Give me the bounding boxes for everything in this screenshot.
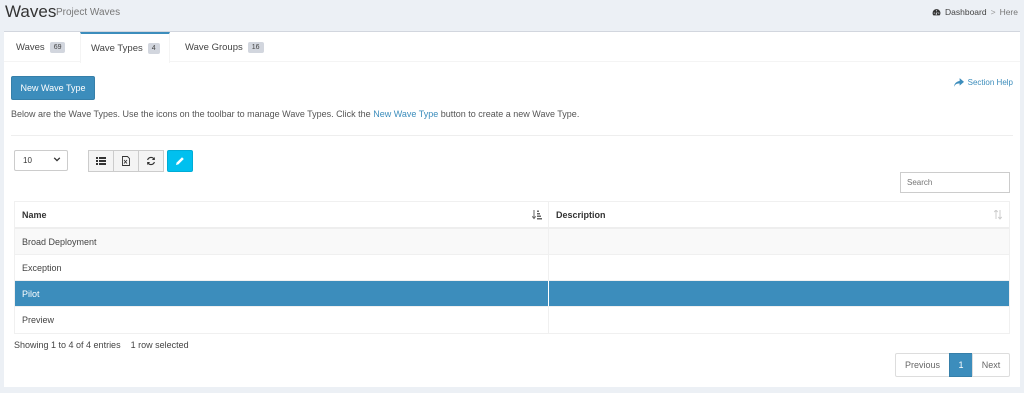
tab-count-badge: 16 [247,41,264,53]
description-text: Below are the Wave Types. Use the icons … [11,109,374,119]
column-header-label: Description [556,209,606,220]
refresh-icon [147,156,155,166]
pagination: Previous 1 Next [895,353,1010,377]
cell-name: Exception [15,255,549,280]
chevron-down-icon [53,157,61,162]
page-length-value: 10 [23,156,32,165]
sort-both-icon [993,210,1003,220]
page-title: Waves [5,2,57,21]
edit-button[interactable] [167,150,193,172]
previous-page-button[interactable]: Previous [895,353,950,377]
excel-file-icon [122,156,130,166]
tab-label: Wave Types [91,43,143,54]
wave-types-table: Name Description Broad Deployment Except… [14,201,1010,334]
table-header-row: Name Description [15,202,1009,229]
content-header: Waves Project Waves Dashboard > Here [0,0,1024,30]
tab-count-badge: 4 [147,43,160,54]
main-panel: Waves 69 Wave Types 4 Wave Groups 16 New… [4,31,1020,387]
column-header-label: Name [22,209,47,220]
entries-info: Showing 1 to 4 of 4 entries [14,340,121,350]
search-input[interactable] [900,172,1010,193]
tab-waves[interactable]: Waves 69 [8,32,73,62]
table-info: Showing 1 to 4 of 4 entries 1 row select… [14,340,189,350]
breadcrumb: Dashboard > Here [932,7,1018,17]
current-page-button[interactable]: 1 [949,353,973,377]
divider [11,135,1013,136]
page-description: Below are the Wave Types. Use the icons … [11,109,579,119]
tab-wave-types[interactable]: Wave Types 4 [80,32,170,63]
breadcrumb-dashboard[interactable]: Dashboard [945,7,987,17]
tab-wave-groups[interactable]: Wave Groups 16 [177,32,272,62]
column-header-name[interactable]: Name [15,202,549,227]
sort-ascending-icon [532,210,542,220]
table-toolbar [88,150,193,172]
tab-bar: Waves 69 Wave Types 4 Wave Groups 16 [4,32,1020,63]
page-subtitle: Project Waves [56,7,121,18]
cell-name: Preview [15,307,549,333]
section-help-label: Section Help [967,78,1013,87]
breadcrumb-separator: > [990,7,996,17]
column-header-description[interactable]: Description [549,202,1009,227]
list-icon [96,157,106,165]
refresh-button[interactable] [138,150,164,172]
section-help-link[interactable]: Section Help [953,78,1013,87]
selection-info: 1 row selected [130,340,189,350]
new-wave-type-button[interactable]: New Wave Type [11,76,95,100]
tab-label: Wave Groups [185,41,243,53]
table-row[interactable]: Broad Deployment [15,229,1009,255]
tab-count-badge: 69 [49,41,66,53]
dashboard-icon [932,8,941,15]
description-text-end: button to create a new Wave Type. [438,109,580,119]
new-wave-type-link[interactable]: New Wave Type [373,109,438,119]
tab-label: Waves [16,41,45,53]
cell-name: Broad Deployment [15,229,549,254]
list-view-button[interactable] [88,150,114,172]
table-row-selected[interactable]: Pilot [15,281,1009,307]
cell-description [549,307,1009,333]
next-page-button[interactable]: Next [972,353,1010,377]
share-icon [953,78,964,87]
table-row[interactable]: Exception [15,255,1009,281]
page-length-select[interactable]: 10 [14,150,68,171]
table-row[interactable]: Preview [15,307,1009,333]
cell-description [549,229,1009,254]
export-excel-button[interactable] [113,150,139,172]
pencil-icon [176,157,184,165]
cell-description [549,255,1009,280]
breadcrumb-current: Here [999,7,1018,17]
cell-description [549,281,1009,306]
cell-name: Pilot [15,281,549,306]
